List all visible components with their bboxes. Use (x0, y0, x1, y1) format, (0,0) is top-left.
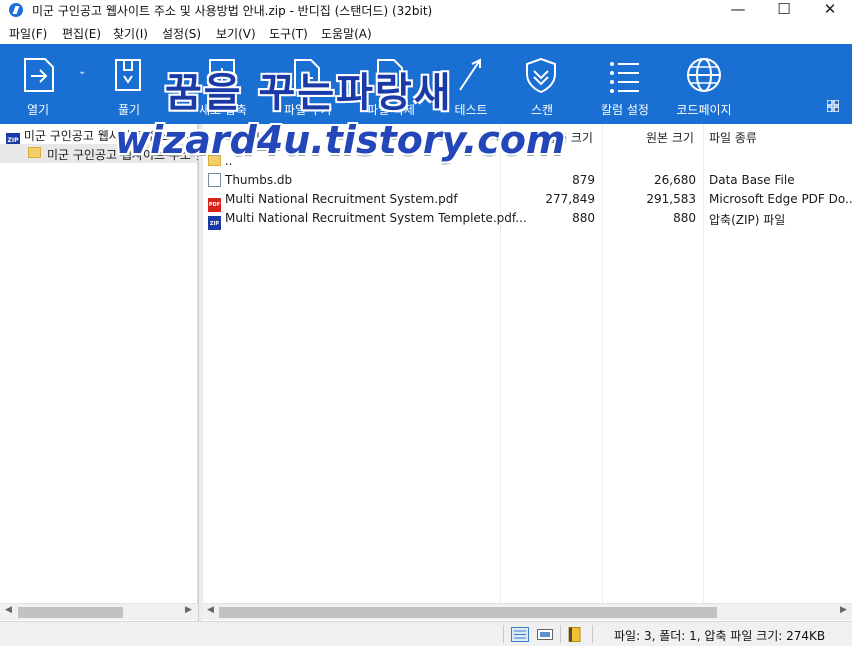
title-bar: 미군 구인공고 웹사이트 주소 및 사용방법 안내.zip - 반디집 (스탠더… (0, 0, 852, 20)
open-icon (24, 58, 54, 92)
original-size: 880 (673, 211, 696, 225)
table-row[interactable]: ZIP Multi National Recruitment System Tem… (203, 209, 852, 230)
file-type: Data Base File (709, 173, 795, 187)
extract-button[interactable]: 풀기 (90, 44, 170, 124)
archive-book-icon[interactable] (566, 627, 584, 642)
test-icon (459, 58, 481, 91)
menu-file[interactable]: 파일(F) (9, 25, 47, 42)
extract-label: 풀기 (117, 103, 141, 117)
table-row[interactable]: Thumbs.db 879 26,680 Data Base File (203, 171, 852, 190)
open-label: 열기 (26, 103, 50, 117)
folder-icon (28, 147, 41, 158)
status-separator (560, 625, 561, 643)
extract-icon (115, 59, 141, 91)
file-name: Multi National Recruitment System Temple… (225, 211, 527, 225)
header-file-type[interactable]: 파일 종류 (709, 129, 757, 146)
column-settings-label: 칼럼 설정 (601, 103, 649, 117)
menu-view[interactable]: 보기(V) (216, 25, 256, 42)
zip-file-icon: ZIP (208, 216, 221, 230)
menu-help[interactable]: 도움말(A) (321, 25, 372, 42)
watermark-title: 꿈을 꾸는파랑새 (165, 70, 453, 116)
list-scroll-thumb[interactable] (219, 607, 717, 618)
scroll-right-arrow-icon[interactable]: ▶ (840, 605, 847, 615)
codepage-button[interactable]: 코드페이지 (660, 44, 750, 124)
file-name: Thumbs.db (225, 173, 293, 187)
menu-edit[interactable]: 편집(E) (62, 25, 101, 42)
scan-shield-icon (526, 57, 556, 94)
scroll-right-arrow-icon[interactable]: ▶ (185, 605, 192, 615)
open-button[interactable]: ⌄ 열기 (0, 44, 86, 124)
scan-button[interactable]: 스캔 (500, 44, 585, 124)
status-separator (592, 625, 593, 643)
open-dropdown-chevron-icon[interactable]: ⌄ (78, 66, 86, 77)
scan-label: 스캔 (530, 103, 554, 117)
original-size: 26,680 (654, 173, 696, 187)
maximize-button[interactable]: ☐ (761, 0, 807, 20)
minimize-button[interactable]: — (715, 0, 761, 20)
header-original-size[interactable]: 원본 크기 (646, 129, 694, 146)
details-view-icon[interactable] (511, 627, 529, 642)
layout-grid-icon[interactable] (827, 100, 839, 112)
preview-view-icon[interactable] (536, 627, 554, 642)
file-name: Multi National Recruitment System.pdf (225, 192, 458, 206)
table-row[interactable]: PDF Multi National Recruitment System.pdf… (203, 190, 852, 212)
status-summary: 파일: 3, 폴더: 1, 압축 파일 크기: 274KB (614, 629, 826, 643)
menu-bar: 파일(F) 편집(E) 찾기(I) 설정(S) 보기(V) 도구(T) 도움말(… (0, 22, 852, 44)
menu-tools[interactable]: 도구(T) (269, 25, 308, 42)
tree-scroll-thumb[interactable] (18, 607, 123, 618)
list-horizontal-scrollbar[interactable]: ◀ ▶ (203, 603, 852, 620)
packed-size: 879 (572, 173, 595, 187)
file-type: 압축(ZIP) 파일 (709, 213, 786, 227)
menu-find[interactable]: 찾기(I) (113, 25, 148, 42)
packed-size: 880 (572, 211, 595, 225)
status-separator (503, 625, 504, 643)
column-settings-button[interactable]: 칼럼 설정 (580, 44, 670, 124)
menu-settings[interactable]: 설정(S) (162, 25, 201, 42)
scroll-left-arrow-icon[interactable]: ◀ (207, 605, 214, 615)
close-button[interactable]: ✕ (807, 0, 852, 20)
column-settings-icon (610, 62, 639, 93)
original-size: 291,583 (646, 192, 696, 206)
db-file-icon (208, 173, 221, 187)
file-list: 이름 압축 크기 원본 크기 파일 종류 .. Thumbs.db 879 26… (203, 124, 852, 621)
folder-tree: ZIP 미군 구인공고 웹사이트 주소 및 사용 미군 구인공고 웹사이트 주소… (0, 124, 221, 621)
codepage-globe-icon (687, 58, 721, 92)
window-title: 미군 구인공고 웹사이트 주소 및 사용방법 안내.zip - 반디집 (스탠더… (32, 4, 433, 18)
bandizip-app-icon (9, 3, 23, 17)
packed-size: 277,849 (545, 192, 595, 206)
status-bar: 파일: 3, 폴더: 1, 압축 파일 크기: 274KB (0, 621, 852, 646)
codepage-label: 코드페이지 (676, 103, 732, 117)
file-type: Microsoft Edge PDF Do... (709, 192, 852, 206)
watermark-url: wizard4u.tistory.com (115, 118, 566, 162)
scroll-left-arrow-icon[interactable]: ◀ (5, 605, 12, 615)
tree-horizontal-scrollbar[interactable]: ◀ ▶ (0, 603, 198, 620)
